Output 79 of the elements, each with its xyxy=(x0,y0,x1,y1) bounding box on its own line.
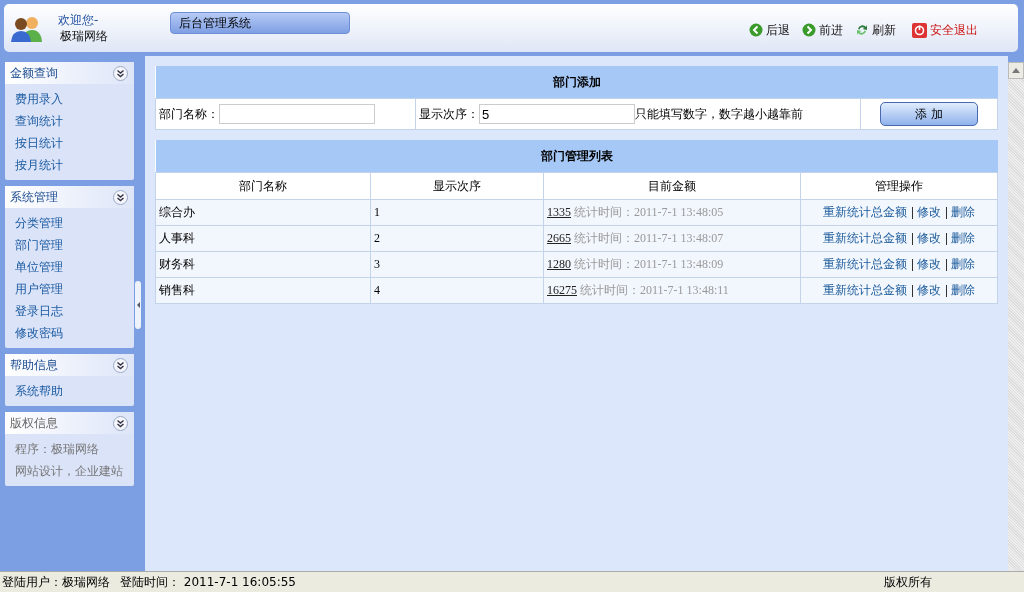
stat-time: 统计时间：2011-7-1 13:48:07 xyxy=(574,231,724,245)
action-link[interactable]: 修改 xyxy=(917,231,941,245)
amount-link[interactable]: 2665 xyxy=(547,231,571,245)
collapse-icon[interactable] xyxy=(113,189,128,205)
status-time: 登陆时间： 2011-7-1 16:05:55 xyxy=(120,573,296,591)
forward-icon xyxy=(802,23,816,37)
sidebar-item[interactable]: 按月统计 xyxy=(15,154,134,176)
sidebar-group-title: 帮助信息 xyxy=(10,356,58,374)
amount-link[interactable]: 1280 xyxy=(547,257,571,271)
copyright-text: 版权所有 xyxy=(884,573,932,591)
amount-link[interactable]: 16275 xyxy=(547,283,577,297)
name-input[interactable] xyxy=(219,104,375,124)
action-link[interactable]: 修改 xyxy=(917,283,941,297)
sidebar-item[interactable]: 登录日志 xyxy=(15,300,134,322)
user-name: 极瑞网络 xyxy=(60,28,109,44)
column-header: 目前金额 xyxy=(543,172,801,200)
sidebar-item[interactable]: 查询统计 xyxy=(15,110,134,132)
column-header: 显示次序 xyxy=(370,172,544,200)
scrollbar[interactable] xyxy=(1008,62,1024,571)
sidebar-group-title: 版权信息 xyxy=(10,414,58,432)
action-link[interactable]: 删除 xyxy=(951,231,975,245)
sidebar-item[interactable]: 部门管理 xyxy=(15,234,134,256)
action-link[interactable]: 删除 xyxy=(951,283,975,297)
collapse-icon[interactable] xyxy=(113,357,128,373)
status-user: 登陆用户：极瑞网络 xyxy=(2,573,110,591)
back-icon xyxy=(749,23,763,37)
action-link[interactable]: 修改 xyxy=(917,257,941,271)
sidebar-item[interactable]: 修改密码 xyxy=(15,322,134,344)
stat-time: 统计时间：2011-7-1 13:48:05 xyxy=(574,205,724,219)
stat-time: 统计时间：2011-7-1 13:48:11 xyxy=(580,283,729,297)
table-cell: 4 xyxy=(370,277,544,304)
column-header: 管理操作 xyxy=(800,172,998,200)
table-cell: 2 xyxy=(370,225,544,252)
action-link[interactable]: 删除 xyxy=(951,205,975,219)
sidebar-item[interactable]: 费用录入 xyxy=(15,88,134,110)
table-cell: 人事科 xyxy=(155,225,371,252)
power-icon xyxy=(912,22,927,38)
sidebar-item[interactable]: 用户管理 xyxy=(15,278,134,300)
welcome-text: 欢迎您- xyxy=(58,12,100,28)
stat-time: 统计时间：2011-7-1 13:48:09 xyxy=(574,257,724,271)
panel-title: 部门添加 xyxy=(155,66,998,99)
forward-link[interactable]: 前进 xyxy=(802,21,843,39)
table-cell: 综合办 xyxy=(155,199,371,226)
action-link[interactable]: 重新统计总金额 xyxy=(823,205,907,219)
info-text: 程序：极瑞网络 xyxy=(15,441,100,458)
sidebar-item[interactable]: 系统帮助 xyxy=(15,380,134,402)
sidebar-item[interactable]: 按日统计 xyxy=(15,132,134,154)
collapse-icon[interactable] xyxy=(113,415,128,431)
action-link[interactable]: 重新统计总金额 xyxy=(823,283,907,297)
collapse-icon[interactable] xyxy=(113,65,128,81)
back-link[interactable]: 后退 xyxy=(749,21,790,39)
table-cell: 1 xyxy=(370,199,544,226)
action-link[interactable]: 删除 xyxy=(951,257,975,271)
add-button[interactable]: 添 加 xyxy=(880,102,978,126)
column-header: 部门名称 xyxy=(155,172,371,200)
action-link[interactable]: 修改 xyxy=(917,205,941,219)
hint-text: 只能填写数字，数字越小越靠前 xyxy=(635,106,803,121)
sidebar-item[interactable]: 分类管理 xyxy=(15,212,134,234)
sidebar-item[interactable]: 单位管理 xyxy=(15,256,134,278)
logout-link[interactable]: 安全退出 xyxy=(912,21,978,39)
order-input[interactable]: 5 xyxy=(479,104,635,124)
table-title: 部门管理列表 xyxy=(155,140,998,173)
info-text: 网站设计，企业建站 xyxy=(15,463,124,480)
amount-link[interactable]: 1335 xyxy=(547,205,571,219)
sidebar-group-title: 系统管理 xyxy=(10,188,58,206)
action-link[interactable]: 重新统计总金额 xyxy=(823,257,907,271)
splitter-handle[interactable] xyxy=(135,281,141,329)
table-cell: 3 xyxy=(370,251,544,278)
sidebar-group-title: 金额查询 xyxy=(10,64,58,82)
system-title: 后台管理系统 xyxy=(170,12,350,34)
scroll-up-icon[interactable] xyxy=(1008,62,1024,79)
refresh-link[interactable]: 刷新 xyxy=(855,21,896,39)
field-label: 显示次序： xyxy=(419,106,479,121)
refresh-icon xyxy=(855,23,869,37)
table-cell: 财务科 xyxy=(155,251,371,278)
users-icon xyxy=(10,14,44,42)
field-label: 部门名称： xyxy=(159,106,219,121)
table-cell: 销售科 xyxy=(155,277,371,304)
action-link[interactable]: 重新统计总金额 xyxy=(823,231,907,245)
